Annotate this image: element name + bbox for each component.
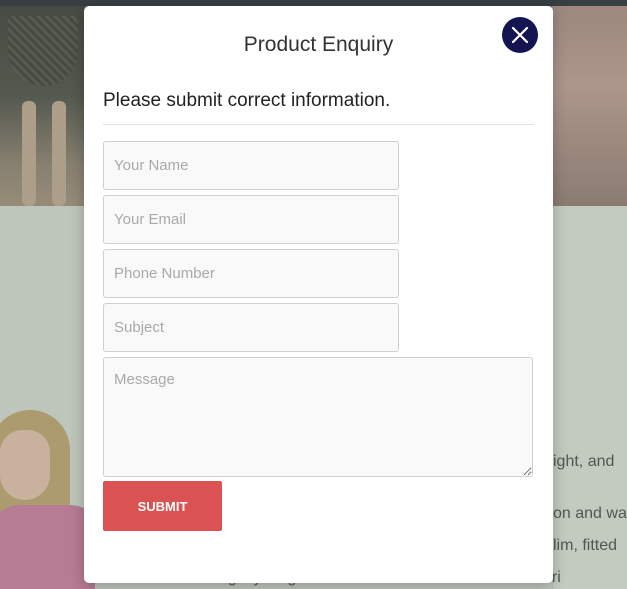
email-input[interactable] (103, 195, 399, 244)
product-enquiry-modal: Product Enquiry Please submit correct in… (84, 6, 553, 583)
message-textarea[interactable] (103, 357, 533, 477)
close-icon (511, 26, 529, 44)
submit-button[interactable]: SUBMIT (103, 481, 222, 531)
phone-input[interactable] (103, 249, 399, 298)
name-input[interactable] (103, 141, 399, 190)
subject-input[interactable] (103, 303, 399, 352)
divider (103, 124, 534, 125)
modal-title: Product Enquiry (243, 33, 394, 56)
close-button[interactable] (502, 17, 538, 53)
form-instructions: Please submit correct information. (103, 90, 391, 111)
